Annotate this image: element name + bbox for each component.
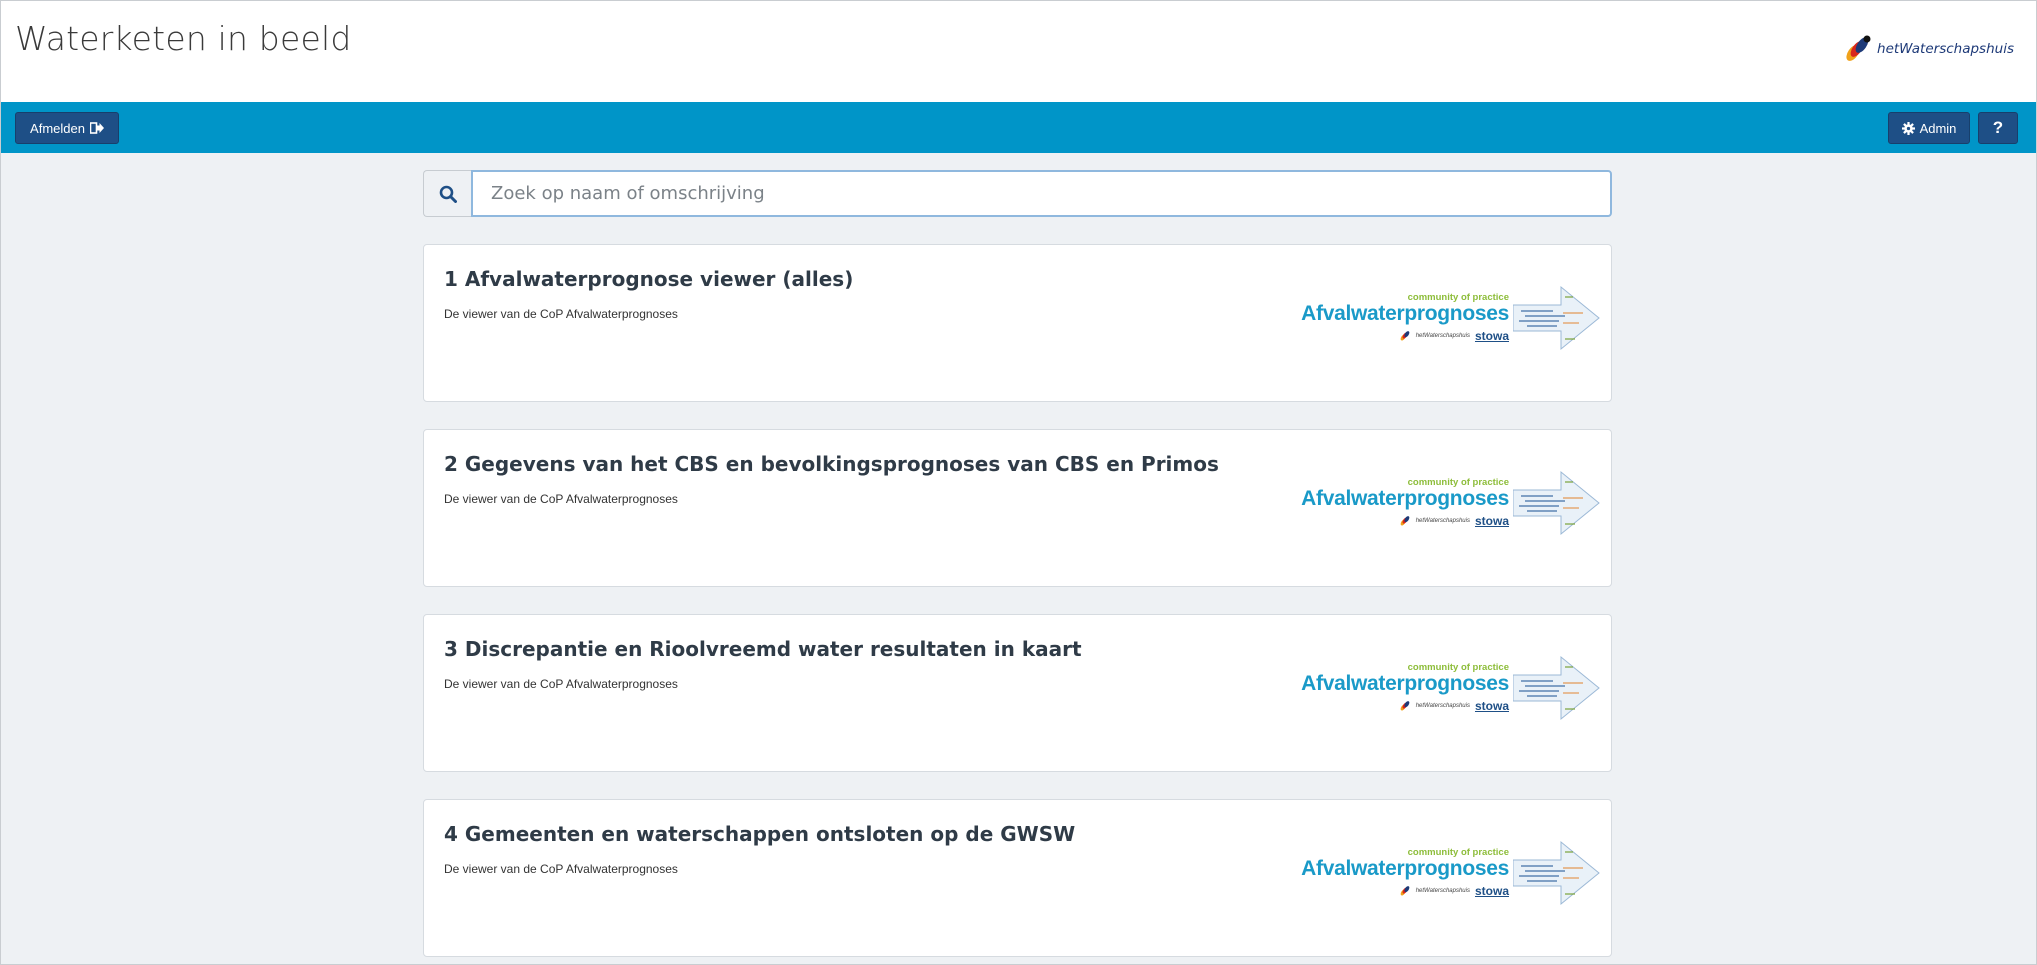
app-title: Waterketen in beeld bbox=[15, 19, 352, 58]
admin-label: Admin bbox=[1919, 120, 1957, 136]
logo-partner-stowa: stowa bbox=[1474, 884, 1509, 898]
card-title: 3 Discrepantie en Rioolvreemd water resu… bbox=[444, 637, 1082, 661]
logo-partners: hetWaterschapshuis stowa bbox=[1399, 884, 1509, 898]
logo-partner-hws: hetWaterschapshuis bbox=[1415, 888, 1470, 894]
viewer-card[interactable]: 2 Gegevens van het CBS en bevolkingsprog… bbox=[423, 429, 1612, 587]
wordcloud-arrow-icon bbox=[1513, 470, 1600, 536]
logout-label: Afmelden bbox=[30, 120, 85, 136]
brand-logo: hetWaterschapshuis bbox=[1843, 29, 2014, 69]
search-icon bbox=[439, 185, 457, 203]
card-description: De viewer van de CoP Afvalwaterprognoses bbox=[444, 677, 678, 691]
card-description: De viewer van de CoP Afvalwaterprognoses bbox=[444, 862, 678, 876]
waterschapshuis-logo-icon bbox=[1400, 331, 1410, 341]
logo-partner-stowa: stowa bbox=[1474, 514, 1509, 528]
logo-name: Afvalwaterprognoses bbox=[1301, 487, 1509, 510]
logo-partner-hws: hetWaterschapshuis bbox=[1415, 518, 1470, 524]
app-header: Waterketen in beeld hetWaterschapshuis bbox=[1, 1, 2036, 103]
help-label: ? bbox=[1992, 118, 2004, 137]
brand-name: hetWaterschapshuis bbox=[1877, 41, 2014, 57]
viewer-card[interactable]: 4 Gemeenten en waterschappen ontsloten o… bbox=[423, 799, 1612, 957]
viewer-card[interactable]: 3 Discrepantie en Rioolvreemd water resu… bbox=[423, 614, 1612, 772]
waterschapshuis-logo-icon bbox=[1400, 516, 1410, 526]
help-button[interactable]: ? bbox=[1978, 112, 2018, 144]
search-bar bbox=[423, 170, 1612, 217]
logo-name: Afvalwaterprognoses bbox=[1301, 857, 1509, 880]
admin-button[interactable]: Admin bbox=[1888, 112, 1970, 144]
sign-out-icon bbox=[89, 122, 104, 134]
viewer-card[interactable]: 1 Afvalwaterprognose viewer (alles) De v… bbox=[423, 244, 1612, 402]
cop-logo: community of practice Afvalwaterprognose… bbox=[1301, 838, 1601, 908]
waterschapshuis-logo-icon bbox=[1400, 701, 1410, 711]
card-description: De viewer van de CoP Afvalwaterprognoses bbox=[444, 307, 678, 321]
logo-partner-stowa: stowa bbox=[1474, 699, 1509, 713]
navbar: Afmelden Admin ? bbox=[1, 102, 2036, 153]
card-title: 4 Gemeenten en waterschappen ontsloten o… bbox=[444, 822, 1076, 846]
search-addon[interactable] bbox=[423, 170, 471, 217]
logo-partners: hetWaterschapshuis stowa bbox=[1399, 514, 1509, 528]
card-title: 2 Gegevens van het CBS en bevolkingsprog… bbox=[444, 452, 1219, 476]
cop-logo: community of practice Afvalwaterprognose… bbox=[1301, 468, 1601, 538]
logo-partner-hws: hetWaterschapshuis bbox=[1415, 333, 1470, 339]
gear-icon bbox=[1901, 121, 1915, 135]
logo-name: Afvalwaterprognoses bbox=[1301, 672, 1509, 695]
cop-logo: community of practice Afvalwaterprognose… bbox=[1301, 283, 1601, 353]
search-input[interactable] bbox=[471, 170, 1612, 217]
card-title: 1 Afvalwaterprognose viewer (alles) bbox=[444, 267, 854, 291]
logo-partners: hetWaterschapshuis stowa bbox=[1399, 329, 1509, 343]
logo-name: Afvalwaterprognoses bbox=[1301, 302, 1509, 325]
logo-partner-hws: hetWaterschapshuis bbox=[1415, 703, 1470, 709]
logout-button[interactable]: Afmelden bbox=[15, 112, 119, 144]
wordcloud-arrow-icon bbox=[1513, 655, 1600, 721]
card-description: De viewer van de CoP Afvalwaterprognoses bbox=[444, 492, 678, 506]
logo-partner-stowa: stowa bbox=[1474, 329, 1509, 343]
cop-logo: community of practice Afvalwaterprognose… bbox=[1301, 653, 1601, 723]
wordcloud-arrow-icon bbox=[1513, 285, 1600, 351]
waterschapshuis-logo-icon bbox=[1400, 886, 1410, 896]
logo-partners: hetWaterschapshuis stowa bbox=[1399, 699, 1509, 713]
wordcloud-arrow-icon bbox=[1513, 840, 1600, 906]
waterschapshuis-logo-icon bbox=[1846, 35, 1871, 61]
